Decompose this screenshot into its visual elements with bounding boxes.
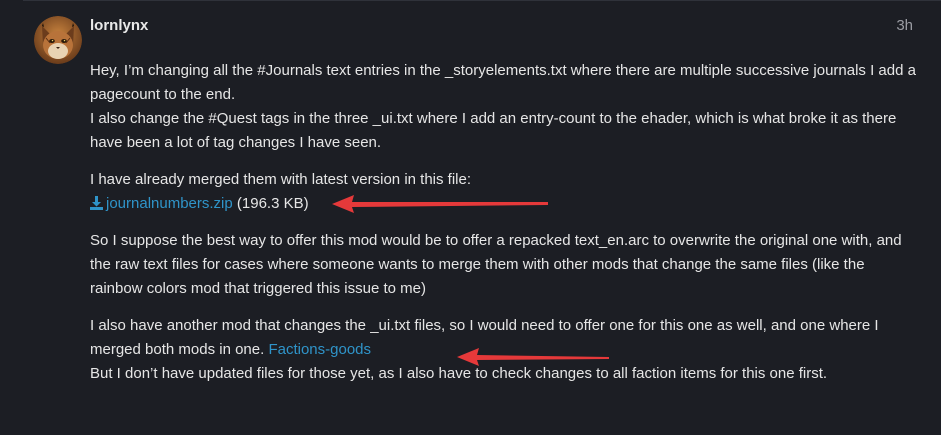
forum-post: lornlynx 3h Hey, I’m changing all the #J… <box>0 0 941 435</box>
paragraph-journals-line2: I also change the #Quest tags in the thr… <box>90 110 897 151</box>
lynx-avatar-icon <box>34 16 82 64</box>
paragraph-attachment: I have already merged them with latest v… <box>90 168 920 216</box>
paragraph-other-mod: I also have another mod that changes the… <box>90 314 920 386</box>
download-icon <box>90 196 103 210</box>
other-mod-followup-text: But I don’t have updated files for those… <box>90 365 828 382</box>
attachment-link[interactable]: journalnumbers.zip <box>90 195 233 212</box>
factions-goods-link[interactable]: Factions-goods <box>268 341 371 358</box>
attachment-intro-text: I have already merged them with latest v… <box>90 171 472 188</box>
post-divider <box>23 0 941 1</box>
user-avatar[interactable] <box>34 16 82 64</box>
post-username[interactable]: lornlynx <box>90 17 148 34</box>
paragraph-journals: Hey, I’m changing all the #Journals text… <box>90 59 920 155</box>
post-body: Hey, I’m changing all the #Journals text… <box>90 59 920 399</box>
attachment-size: (196.3 KB) <box>236 195 309 212</box>
other-mod-text: I also have another mod that changes the… <box>90 317 879 358</box>
paragraph-journals-line1: Hey, I’m changing all the #Journals text… <box>90 62 916 103</box>
post-timestamp[interactable]: 3h <box>896 17 913 34</box>
paragraph-offer: So I suppose the best way to offer this … <box>90 232 902 297</box>
attachment-filename: journalnumbers.zip <box>106 195 233 212</box>
